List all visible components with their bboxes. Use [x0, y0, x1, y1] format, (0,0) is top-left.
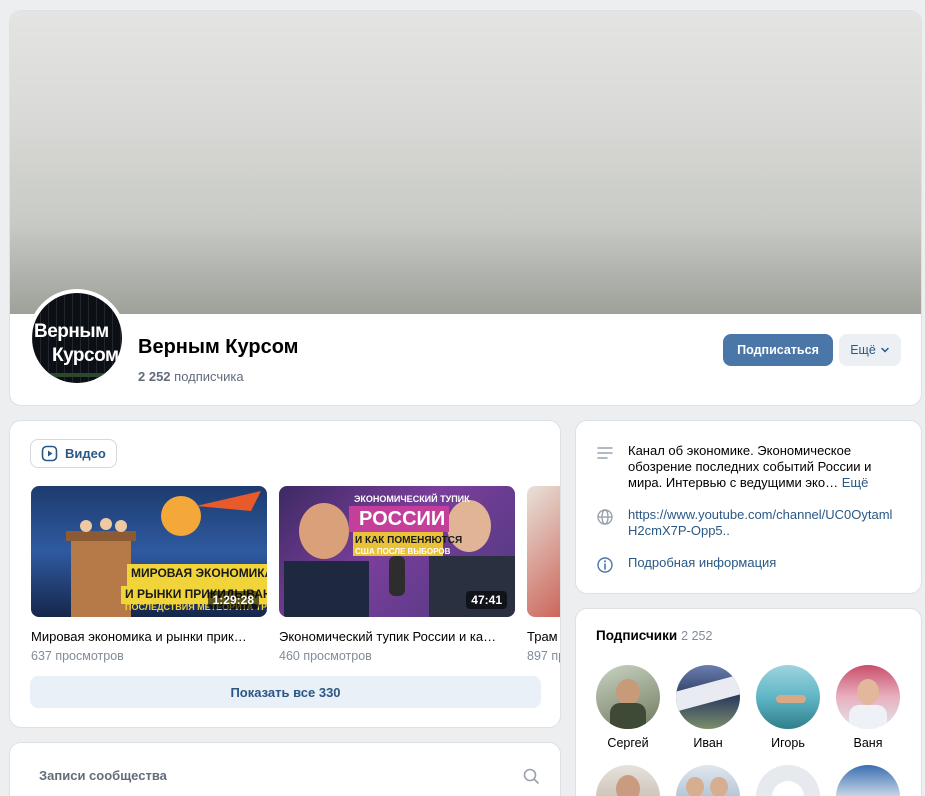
video-card[interactable]: ЭКОНОМИЧЕСКИЙ ТУПИК РОССИИ И КАК ПОМЕНЯЮ…	[279, 486, 515, 663]
video-title[interactable]: Экономический тупик России и ка…	[279, 629, 515, 644]
posts-block: Записи сообщества	[9, 742, 561, 796]
follower-name: Иван	[693, 736, 723, 750]
video-views: 897 пр	[527, 649, 560, 663]
search-icon[interactable]	[522, 767, 540, 785]
group-title: Верным Курсом	[138, 336, 299, 358]
subscribers-count[interactable]: 2 252 подписчика	[138, 369, 244, 384]
video-title[interactable]: Мировая экономика и рынки прик…	[31, 629, 267, 644]
link-row: https://www.youtube.com/channel/UC0Oytam…	[596, 507, 893, 539]
avatar-logo-text-2: Курсом	[52, 345, 119, 366]
avatar	[596, 665, 660, 729]
description-more-link[interactable]: Ещё	[842, 475, 869, 490]
follower-name: Сергей	[607, 736, 649, 750]
tab-videos[interactable]: Видео	[30, 439, 117, 468]
follower-item[interactable]	[828, 765, 908, 796]
posts-title: Записи сообщества	[39, 768, 167, 783]
follower-item[interactable]	[588, 765, 668, 796]
video-thumbnail[interactable]: МИРОВАЯ ЭКОНОМИКА И РЫНКИ ПРИКИДЫВАЮТ ПО…	[31, 486, 267, 617]
website-link-line: H2cmX7P-Opp5..	[628, 523, 730, 538]
followers-count: 2 252	[681, 629, 713, 643]
avatar	[756, 765, 820, 796]
more-button-label: Ещё	[850, 343, 876, 357]
info-icon	[597, 557, 613, 573]
avatar	[756, 665, 820, 729]
follower-item[interactable]: Сергей	[588, 665, 668, 750]
follower-item[interactable]	[668, 765, 748, 796]
video-views: 637 просмотров	[31, 649, 124, 663]
avatar[interactable]: Верным Курсом	[28, 289, 126, 387]
video-title[interactable]: Трам	[527, 629, 560, 644]
videos-block: Видео МИРОВАЯ ЭКОНОМИКА И РЫНКИ ПРИКИДЫВ…	[9, 420, 561, 728]
more-button[interactable]: Ещё	[839, 334, 901, 366]
avatar	[676, 665, 740, 729]
avatar-logo-text-1: Верным	[34, 321, 109, 342]
follower-item[interactable]: Иван	[668, 665, 748, 750]
subscribe-button[interactable]: Подписаться	[723, 334, 833, 366]
description: Канал об экономике. Экономическое обозре…	[628, 443, 872, 490]
subscribers-number: 2 252	[138, 369, 171, 384]
avatar	[836, 665, 900, 729]
details-row[interactable]: Подробная информация	[596, 555, 883, 574]
avatar	[596, 765, 660, 796]
thumb-caption: РОССИИ	[359, 508, 446, 530]
thumb-caption: И КАК ПОМЕНЯЮТСЯ	[355, 535, 463, 546]
follower-item[interactable]	[748, 765, 828, 796]
avatar	[676, 765, 740, 796]
video-thumbnail[interactable]: ЭКОНОМИЧЕСКИЙ ТУПИК РОССИИ И КАК ПОМЕНЯЮ…	[279, 486, 515, 617]
follower-item[interactable]: Ваня	[828, 665, 908, 750]
follower-name: Игорь	[771, 736, 805, 750]
details-link[interactable]: Подробная информация	[628, 555, 883, 574]
website-link[interactable]: https://www.youtube.com/channel/UC0Oytam…	[628, 507, 893, 539]
text-lines-icon	[597, 447, 613, 459]
video-views: 460 просмотров	[279, 649, 372, 663]
video-card[interactable]: Трам 897 пр	[527, 486, 560, 663]
video-thumbnail[interactable]	[527, 486, 560, 617]
followers-block: Подписчики 2 252 Сергей Иван Игорь Ваня	[575, 608, 922, 796]
thumb-caption: МИРОВАЯ ЭКОНОМИКА	[131, 566, 267, 580]
video-icon	[41, 445, 58, 462]
info-block: Канал об экономике. Экономическое обозре…	[575, 420, 922, 594]
video-duration: 1:29:28	[207, 591, 259, 609]
thumb-caption: ЭКОНОМИЧЕСКИЙ ТУПИК	[354, 494, 470, 504]
followers-title-label: Подписчики	[596, 628, 678, 643]
video-card[interactable]: МИРОВАЯ ЭКОНОМИКА И РЫНКИ ПРИКИДЫВАЮТ ПО…	[31, 486, 267, 663]
video-duration: 47:41	[466, 591, 507, 609]
globe-icon	[597, 509, 613, 525]
follower-name: Ваня	[853, 736, 883, 750]
followers-title[interactable]: Подписчики 2 252	[596, 628, 712, 643]
description-row: Канал об экономике. Экономическое обозре…	[596, 443, 883, 491]
show-all-videos-button[interactable]: Показать все 330	[30, 676, 541, 708]
avatar	[836, 765, 900, 796]
description-text: Канал об экономике. Экономическое обозре…	[628, 443, 883, 491]
website-link-line: https://www.youtube.com/channel/UC0Oytam…	[628, 507, 893, 522]
chevron-down-icon	[881, 347, 889, 353]
subscribers-label: подписчика	[174, 369, 244, 384]
cover-image	[10, 11, 921, 314]
tab-videos-label: Видео	[65, 446, 106, 461]
thumb-caption: США ПОСЛЕ ВЫБОРОВ	[355, 547, 451, 556]
follower-item[interactable]: Игорь	[748, 665, 828, 750]
group-header: Верным Курсом Верным Курсом 2 252 подпис…	[9, 10, 922, 406]
